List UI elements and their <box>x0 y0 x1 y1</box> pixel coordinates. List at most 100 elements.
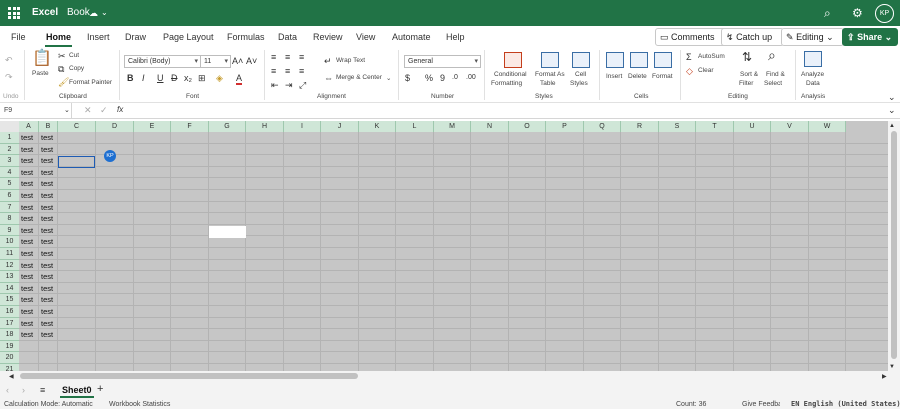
row-header-17[interactable]: 17 <box>0 317 19 330</box>
table-cell[interactable]: test <box>19 294 33 306</box>
row-header-14[interactable]: 14 <box>0 282 19 295</box>
row-header-7[interactable]: 7 <box>0 201 19 214</box>
table-cell[interactable]: test <box>39 318 53 330</box>
italic-button[interactable]: I <box>142 73 145 83</box>
table-cell[interactable]: test <box>39 236 53 248</box>
cell-styles-label-1[interactable]: Cell <box>575 71 586 78</box>
feedback-link[interactable]: Give Feedback <box>742 400 780 409</box>
table-cell[interactable]: test <box>19 213 33 225</box>
row-header-2[interactable]: 2 <box>0 143 19 156</box>
table-cell[interactable]: test <box>39 155 53 167</box>
tab-draw[interactable]: Draw <box>125 26 146 48</box>
table-cell[interactable]: test <box>39 190 53 202</box>
scroll-right-icon[interactable]: ▶ <box>882 372 887 382</box>
format-cells-button[interactable]: Format <box>652 73 673 80</box>
bold-button[interactable]: B <box>127 73 134 83</box>
editing-mode-button[interactable]: ✎ Editing ⌄ <box>781 28 844 46</box>
number-format-select[interactable]: General <box>404 55 481 68</box>
format-as-table-label-2[interactable]: Table <box>540 80 556 87</box>
align-right-icon[interactable]: ≡ <box>299 66 304 76</box>
name-box[interactable]: F9 <box>0 103 72 118</box>
column-header-t[interactable]: T <box>696 121 734 132</box>
font-color-icon[interactable]: A <box>236 73 243 85</box>
format-painter-button[interactable]: Format Painter <box>69 79 112 86</box>
table-cell[interactable]: test <box>19 155 33 167</box>
function-icon[interactable]: fx <box>117 105 123 115</box>
delete-cells-button[interactable]: Delete <box>628 73 647 80</box>
paste-button[interactable]: Paste <box>32 70 49 77</box>
row-header-13[interactable]: 13 <box>0 271 19 283</box>
analyze-data-icon[interactable] <box>804 51 822 67</box>
scroll-left-icon[interactable]: ◀ <box>9 372 14 382</box>
find-select-label-1[interactable]: Find & <box>766 71 785 78</box>
decrease-font-icon[interactable]: A˅ <box>246 56 257 66</box>
language-status[interactable]: EN English (United States) <box>791 400 900 409</box>
column-header-k[interactable]: K <box>359 121 396 132</box>
conditional-formatting-icon[interactable] <box>504 52 522 68</box>
merge-icon[interactable]: ⇔ <box>324 73 333 83</box>
app-launcher-icon[interactable] <box>8 7 20 19</box>
chevron-down-icon[interactable]: ⌄ <box>386 74 391 82</box>
accounting-format-icon[interactable]: $ <box>405 73 410 83</box>
table-cell[interactable]: test <box>39 283 53 295</box>
delete-cells-icon[interactable] <box>630 52 648 68</box>
orientation-icon[interactable]: ⤢ <box>299 80 306 90</box>
autosum-button[interactable]: AutoSum <box>698 53 725 60</box>
sort-filter-label-1[interactable]: Sort & <box>740 71 758 78</box>
column-header-g[interactable]: G <box>209 121 246 132</box>
next-sheet-icon[interactable]: › <box>22 385 25 395</box>
column-header-r[interactable]: R <box>621 121 659 132</box>
table-cell[interactable]: test <box>19 132 33 144</box>
wrap-text-icon[interactable]: ↵ <box>324 56 332 66</box>
scroll-up-icon[interactable]: ▲ <box>889 121 895 131</box>
format-cells-icon[interactable] <box>654 52 672 68</box>
decrease-indent-icon[interactable]: ⇤ <box>271 80 279 90</box>
row-header-20[interactable]: 20 <box>0 352 19 364</box>
align-center-icon[interactable]: ≡ <box>285 66 290 76</box>
column-header-j[interactable]: J <box>321 121 359 132</box>
copy-icon[interactable]: ⧉ <box>58 64 64 74</box>
align-middle-icon[interactable]: ≡ <box>285 52 290 62</box>
table-cell[interactable]: test <box>39 132 53 144</box>
increase-font-icon[interactable]: A˄ <box>232 56 243 66</box>
copy-button[interactable]: Copy <box>69 65 84 72</box>
row-header-12[interactable]: 12 <box>0 259 19 272</box>
expand-formula-icon[interactable]: ⌄ <box>888 105 896 115</box>
table-cell[interactable]: test <box>19 178 33 190</box>
table-cell[interactable]: test <box>39 294 53 306</box>
merge-center-button[interactable]: Merge & Center <box>336 74 382 81</box>
tab-review[interactable]: Review <box>313 26 343 48</box>
find-select-label-2[interactable]: Select <box>764 80 782 87</box>
find-icon[interactable]: ⌕ <box>768 48 776 62</box>
select-all-corner[interactable] <box>0 121 19 132</box>
column-header-e[interactable]: E <box>134 121 171 132</box>
analyze-data-label-2[interactable]: Data <box>806 80 820 87</box>
align-left-icon[interactable]: ≡ <box>271 66 276 76</box>
row-header-6[interactable]: 6 <box>0 190 19 202</box>
row-header-10[interactable]: 10 <box>0 236 19 248</box>
row-header-4[interactable]: 4 <box>0 166 19 179</box>
fill-color-icon[interactable]: ◈ <box>216 73 223 83</box>
table-cell[interactable]: test <box>39 213 53 225</box>
increase-decimal-icon[interactable]: .0 <box>452 73 458 83</box>
comments-button[interactable]: ▭ Comments <box>655 28 726 46</box>
column-header-n[interactable]: N <box>471 121 509 132</box>
table-cell[interactable]: test <box>19 190 33 202</box>
catch-up-button[interactable]: ↯ Catch up <box>721 28 784 46</box>
table-cell[interactable]: test <box>19 271 33 283</box>
table-cell[interactable]: test <box>19 144 33 156</box>
column-header-m[interactable]: M <box>434 121 471 132</box>
analyze-data-label-1[interactable]: Analyze <box>801 71 824 78</box>
table-cell[interactable]: test <box>39 144 53 156</box>
cut-button[interactable]: Cut <box>69 52 79 59</box>
table-cell[interactable]: test <box>39 178 53 190</box>
tab-page-layout[interactable]: Page Layout <box>163 26 214 48</box>
table-cell[interactable]: test <box>39 225 53 237</box>
cancel-icon[interactable]: ✕ <box>84 105 92 115</box>
table-cell[interactable]: test <box>19 329 33 341</box>
format-as-table-label-1[interactable]: Format As <box>535 71 565 78</box>
active-cell-f9[interactable] <box>209 226 246 238</box>
column-header-a[interactable]: A <box>19 121 39 132</box>
worksheet-grid[interactable]: A B C D E F G H I J K L M N O P Q R S T U V W 1 2 3 4 5 6 7 8 9 10 11 12 13… <box>0 121 888 371</box>
horizontal-scroll-thumb[interactable] <box>20 373 358 379</box>
